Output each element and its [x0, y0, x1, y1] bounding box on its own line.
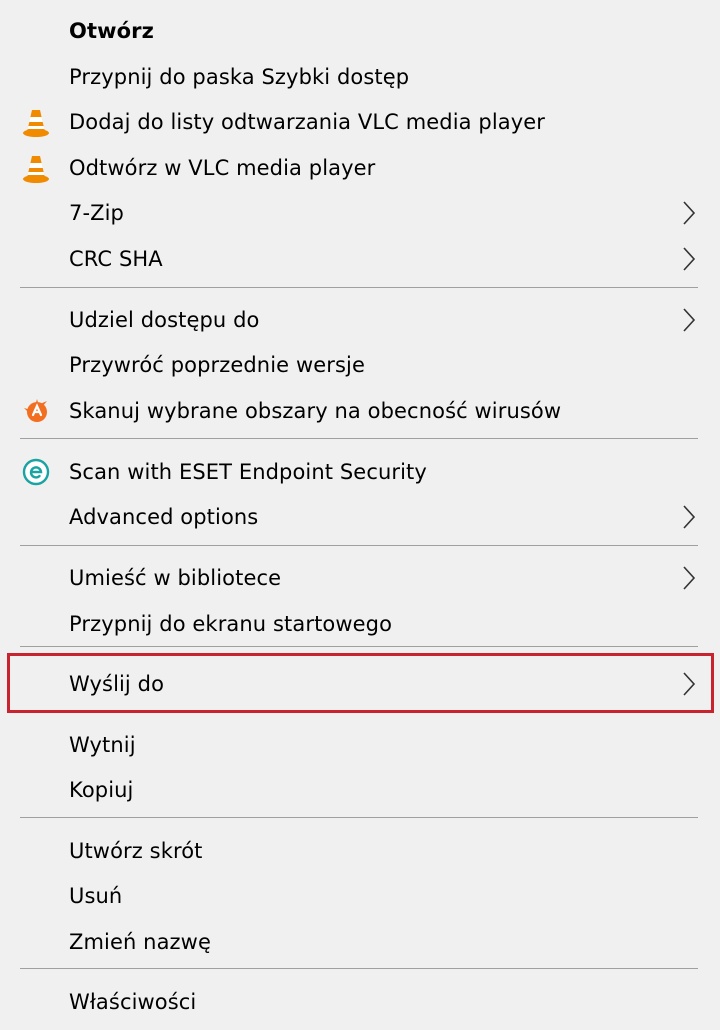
- menu-item-label: Zmień nazwę: [69, 930, 211, 954]
- menu-item-label: CRC SHA: [69, 247, 163, 271]
- context-menu: Otwórz Przypnij do paska Szybki dostęp Dod…: [0, 0, 720, 1030]
- menu-item-dodaj-do-listy-odtwarzania-vlc-media-player[interactable]: Dodaj do listy odtwarzania VLC media pla…: [0, 99, 720, 145]
- menu-item-label: Scan with ESET Endpoint Security: [69, 460, 427, 484]
- menu-item-label: Właściwości: [69, 990, 197, 1014]
- vlc-cone-icon: [20, 152, 52, 184]
- menu-item-label: Przywróć poprzednie wersje: [69, 353, 365, 377]
- menu-item-advanced-options[interactable]: Advanced options: [0, 494, 720, 540]
- menu-item-wytnij[interactable]: Wytnij: [0, 722, 720, 768]
- menu-item-label: Udziel dostępu do: [69, 308, 260, 332]
- menu-item-zmien-nazwe[interactable]: Zmień nazwę: [0, 919, 720, 965]
- menu-separator: [20, 287, 698, 288]
- menu-item-przypnij-do-ekranu-startowego[interactable]: Przypnij do ekranu startowego: [0, 601, 720, 647]
- menu-item-przypnij-do-paska-szybki-dostep[interactable]: Przypnij do paska Szybki dostęp: [0, 54, 720, 100]
- menu-item-crc-sha[interactable]: CRC SHA: [0, 236, 720, 282]
- menu-item-wyslij-do[interactable]: Wyślij do: [0, 661, 720, 707]
- menu-separator: [20, 438, 698, 439]
- chevron-right-icon: [682, 200, 696, 226]
- menu-item-scan-with-eset-endpoint-security[interactable]: Scan with ESET Endpoint Security: [0, 449, 720, 495]
- menu-item-label: Umieść w bibliotece: [69, 566, 282, 590]
- menu-separator: [20, 817, 698, 818]
- menu-item-label: Advanced options: [69, 505, 259, 529]
- avast-icon: [20, 395, 52, 427]
- chevron-right-icon: [682, 504, 696, 530]
- vlc-cone-icon: [20, 106, 52, 138]
- menu-item-label: Wyślij do: [69, 672, 165, 696]
- menu-item-otworz[interactable]: Otwórz: [0, 8, 720, 54]
- eset-icon: [20, 456, 52, 488]
- menu-item-7-zip[interactable]: 7-Zip: [0, 190, 720, 236]
- menu-separator: [20, 646, 698, 647]
- chevron-right-icon: [682, 565, 696, 591]
- menu-item-wlasciwosci[interactable]: Właściwości: [0, 979, 720, 1025]
- menu-item-label: Odtwórz w VLC media player: [69, 156, 376, 180]
- menu-item-przywroc-poprzednie-wersje[interactable]: Przywróć poprzednie wersje: [0, 342, 720, 388]
- menu-item-label: 7-Zip: [69, 201, 124, 225]
- menu-item-usun[interactable]: Usuń: [0, 873, 720, 919]
- chevron-right-icon: [682, 671, 696, 697]
- menu-item-label: Usuń: [69, 884, 123, 908]
- menu-item-label: Przypnij do ekranu startowego: [69, 612, 393, 636]
- menu-separator: [20, 545, 698, 546]
- menu-item-label: Utwórz skrót: [69, 839, 203, 863]
- chevron-right-icon: [682, 307, 696, 333]
- menu-item-skanuj-wybrane-obszary-na-obecnosc-wirusow[interactable]: Skanuj wybrane obszary na obecność wirus…: [0, 388, 720, 434]
- menu-item-udziel-dostepu-do[interactable]: Udziel dostępu do: [0, 297, 720, 343]
- menu-item-utworz-skrot[interactable]: Utwórz skrót: [0, 828, 720, 874]
- chevron-right-icon: [682, 246, 696, 272]
- menu-separator: [20, 968, 698, 969]
- menu-item-label: Skanuj wybrane obszary na obecność wirus…: [69, 399, 562, 423]
- menu-item-label: Otwórz: [69, 19, 154, 43]
- menu-item-label: Kopiuj: [69, 778, 134, 802]
- menu-item-umiesc-w-bibliotece[interactable]: Umieść w bibliotece: [0, 555, 720, 601]
- menu-item-label: Przypnij do paska Szybki dostęp: [69, 65, 410, 89]
- context-menu-body: Otwórz Przypnij do paska Szybki dostęp Dod…: [0, 0, 720, 1030]
- menu-item-kopiuj[interactable]: Kopiuj: [0, 767, 720, 813]
- menu-item-label: Dodaj do listy odtwarzania VLC media pla…: [69, 110, 545, 134]
- menu-item-label: Wytnij: [69, 733, 136, 757]
- menu-item-odtworz-w-vlc-media-player[interactable]: Odtwórz w VLC media player: [0, 145, 720, 191]
